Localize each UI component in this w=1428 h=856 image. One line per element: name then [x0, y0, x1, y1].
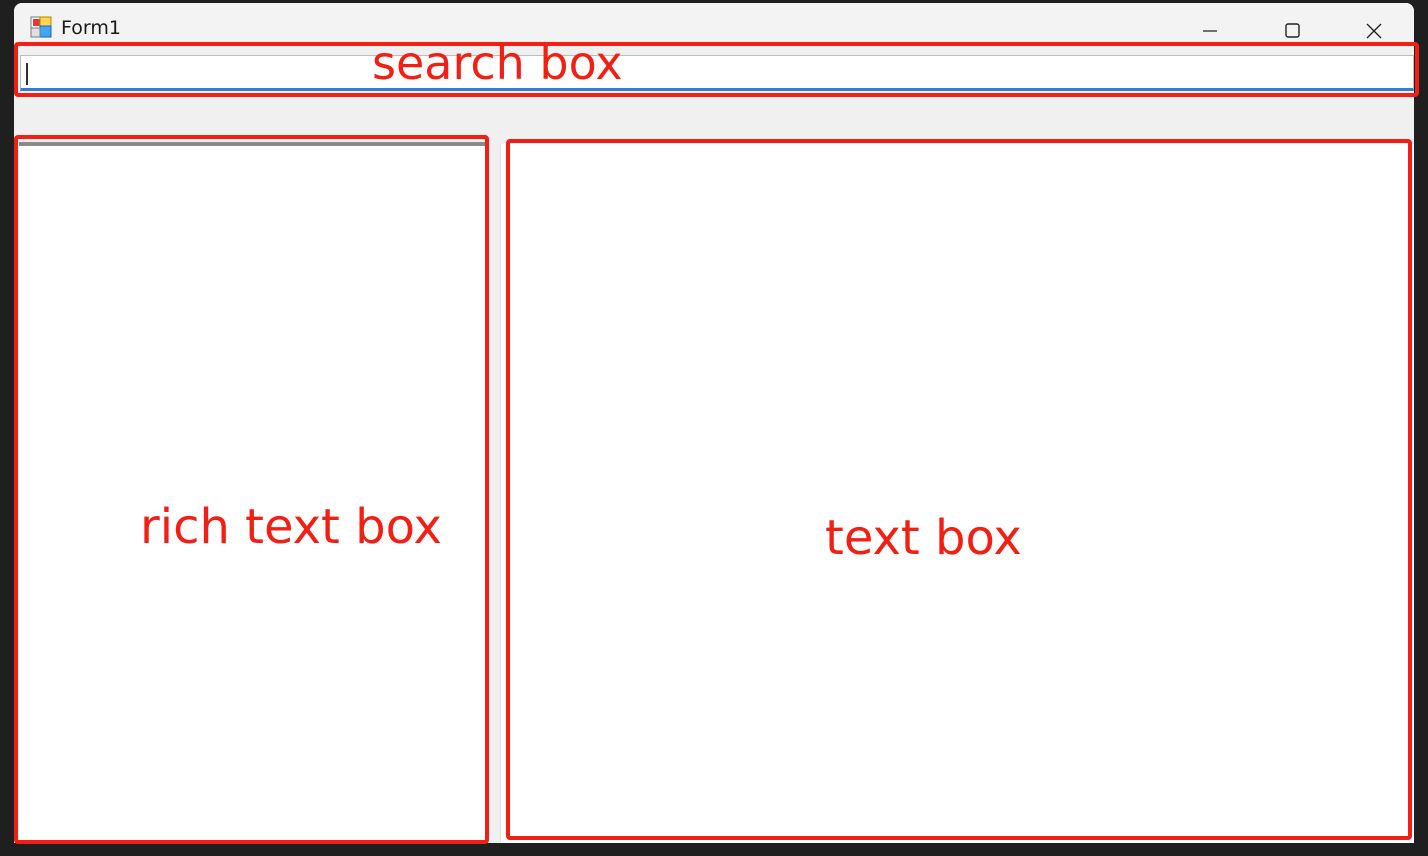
close-button[interactable] — [1346, 7, 1402, 45]
app-icon — [30, 16, 52, 38]
rich-text-box[interactable] — [19, 142, 486, 843]
search-input[interactable] — [21, 56, 1413, 88]
maximize-button[interactable] — [1264, 7, 1320, 45]
minimize-button[interactable] — [1182, 7, 1238, 45]
form-window: Form1 — [14, 3, 1414, 843]
text-box[interactable] — [500, 144, 1414, 843]
search-box[interactable] — [20, 55, 1414, 91]
title-bar[interactable]: Form1 — [14, 3, 1414, 41]
window-title: Form1 — [61, 17, 121, 39]
text-caret — [26, 63, 28, 85]
